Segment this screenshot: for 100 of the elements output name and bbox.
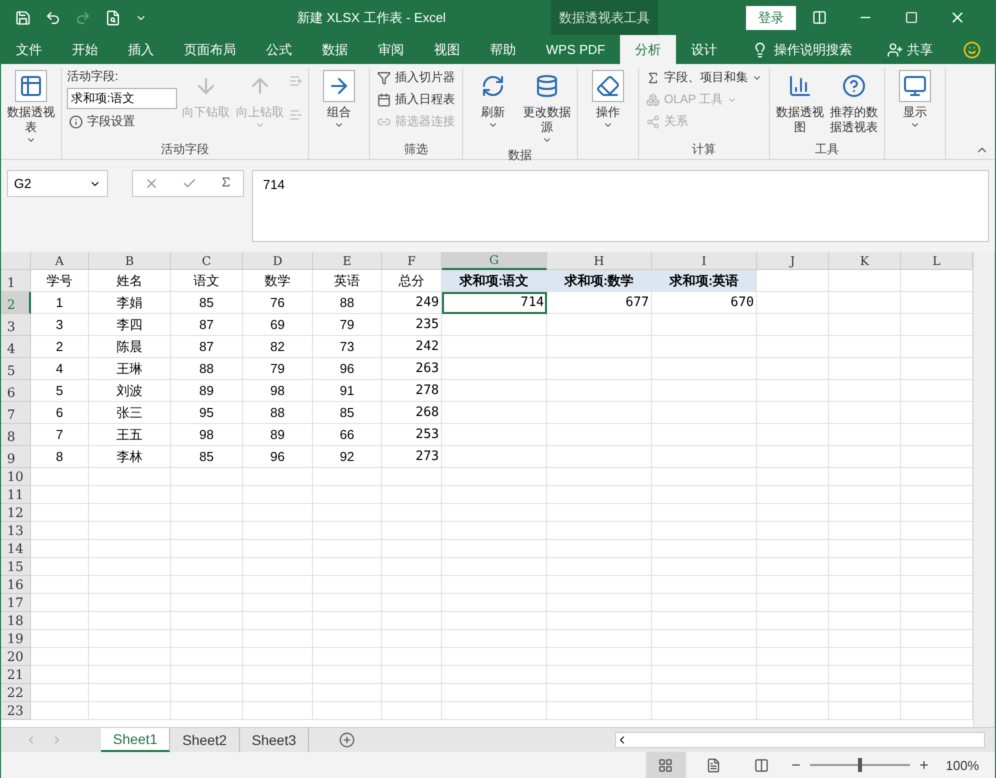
row-header[interactable]: 12 [1, 504, 31, 522]
sheet-tab[interactable]: Sheet1 [101, 728, 170, 752]
table-cell: 242 [382, 336, 442, 358]
ribbon-tab[interactable]: 数据 [307, 35, 363, 64]
row-header[interactable]: 13 [1, 522, 31, 540]
zoom-slider[interactable] [858, 758, 862, 772]
login-button[interactable]: 登录 [746, 6, 796, 30]
column-header[interactable]: H [547, 252, 652, 270]
column-header[interactable]: E [313, 252, 382, 270]
ribbon-tab[interactable]: 帮助 [475, 35, 531, 64]
ribbon-button[interactable]: 字段、项目和集 [644, 68, 764, 87]
smiley-icon[interactable] [963, 40, 981, 58]
ribbon-tab[interactable]: 视图 [419, 35, 475, 64]
group-label: 筛选 [403, 141, 429, 158]
column-header[interactable]: K [829, 252, 901, 270]
ribbon-tab[interactable]: 分析 [620, 35, 676, 64]
normal-view-icon[interactable] [658, 758, 674, 772]
share-link[interactable]: 共享 [907, 40, 933, 58]
zoom-level: 100% [946, 758, 979, 772]
column-header[interactable]: F [382, 252, 442, 270]
column-header[interactable]: G [442, 252, 547, 270]
row-header[interactable]: 22 [1, 684, 31, 702]
row-header[interactable]: 14 [1, 540, 31, 558]
column-header[interactable]: J [757, 252, 829, 270]
table-cell: 88 [243, 402, 313, 424]
row-header[interactable]: 9 [1, 446, 31, 468]
column-header[interactable]: C [171, 252, 243, 270]
table-cell: 求和项:语文 [442, 270, 547, 292]
column-header[interactable]: D [243, 252, 313, 270]
add-sheet-icon[interactable] [339, 732, 356, 748]
row-header[interactable]: 18 [1, 612, 31, 630]
ribbon-button[interactable]: 显示 [890, 68, 940, 141]
ribbon-display-icon[interactable] [812, 10, 826, 25]
row-header[interactable]: 7 [1, 402, 31, 424]
active-field-input[interactable]: 求和项:语文 [67, 88, 177, 109]
ribbon-tab[interactable]: 开始 [57, 35, 113, 64]
field-label: 活动字段: [67, 68, 120, 85]
ribbon-tab[interactable]: 设计 [676, 35, 732, 64]
row-header[interactable]: 4 [1, 336, 31, 358]
ribbon-tab[interactable]: 插入 [113, 35, 169, 64]
row-header[interactable]: 3 [1, 314, 31, 336]
name-box[interactable]: G2 [7, 170, 108, 197]
ribbon-button[interactable]: 操作 [583, 68, 633, 141]
table-cell: 92 [313, 446, 382, 468]
table-cell: 1 [31, 292, 89, 314]
table-cell: 69 [243, 314, 313, 336]
table-cell: 268 [382, 402, 442, 424]
row-header[interactable]: 15 [1, 558, 31, 576]
row-header[interactable]: 1 [1, 270, 31, 292]
row-header[interactable]: 10 [1, 468, 31, 486]
zoom-in-icon[interactable] [918, 759, 930, 771]
row-header[interactable]: 5 [1, 358, 31, 380]
row-header[interactable]: 20 [1, 648, 31, 666]
column-header[interactable]: B [89, 252, 171, 270]
table-cell: 总分 [382, 270, 442, 292]
ribbon-tab[interactable]: 页面布局 [169, 35, 251, 64]
undo-icon[interactable] [45, 10, 61, 26]
ribbon-tab[interactable]: 文件 [1, 35, 57, 64]
page-layout-icon[interactable] [706, 758, 722, 772]
ribbon-button[interactable]: 更改数据源 [522, 68, 572, 147]
row-header[interactable]: 6 [1, 380, 31, 402]
table-cell: 89 [171, 380, 243, 402]
row-header[interactable]: 8 [1, 424, 31, 446]
table-cell: 求和项:英语 [652, 270, 757, 292]
ribbon-button[interactable]: 数据透视图 [775, 68, 825, 141]
help-search[interactable]: 操作说明搜索 [774, 40, 852, 58]
print-preview-icon[interactable] [105, 10, 121, 26]
vertical-scrollbar[interactable] [973, 252, 995, 727]
ribbon-tab[interactable]: 审阅 [363, 35, 419, 64]
ribbon-tab[interactable]: WPS PDF [531, 35, 620, 64]
ribbon-button[interactable]: 组合 [314, 68, 364, 141]
row-header[interactable]: 11 [1, 486, 31, 504]
table-cell: 670 [652, 292, 757, 314]
ribbon-button[interactable]: 插入日程表 [375, 90, 457, 109]
column-header[interactable]: I [652, 252, 757, 270]
row-header[interactable]: 2 [1, 292, 31, 314]
table-cell: 82 [243, 336, 313, 358]
ribbon-button[interactable]: 推荐的数据透视表 [829, 68, 879, 141]
table-cell: 李林 [89, 446, 171, 468]
table-cell: 85 [171, 446, 243, 468]
table-cell: 刘波 [89, 380, 171, 402]
page-break-icon[interactable] [754, 758, 770, 772]
formula-field[interactable]: 714 [252, 170, 989, 242]
ribbon-tab[interactable]: 公式 [251, 35, 307, 64]
column-header[interactable]: L [901, 252, 973, 270]
maximize-icon[interactable] [904, 11, 918, 24]
row-header[interactable]: 23 [1, 702, 31, 720]
ribbon-button[interactable]: 刷新 [468, 68, 518, 147]
ribbon-button[interactable]: 数据透视表 [6, 68, 56, 147]
row-header[interactable]: 16 [1, 576, 31, 594]
row-header[interactable]: 17 [1, 594, 31, 612]
table-cell: 253 [382, 424, 442, 446]
row-header[interactable]: 19 [1, 630, 31, 648]
horizontal-scrollbar[interactable] [615, 732, 985, 748]
ribbon-button[interactable]: 字段设置 [67, 112, 177, 131]
row-header[interactable]: 21 [1, 666, 31, 684]
save-icon[interactable] [15, 10, 31, 26]
table-cell: 677 [547, 292, 652, 314]
ribbon-button[interactable]: 插入切片器 [375, 68, 457, 87]
column-header[interactable]: A [31, 252, 89, 270]
